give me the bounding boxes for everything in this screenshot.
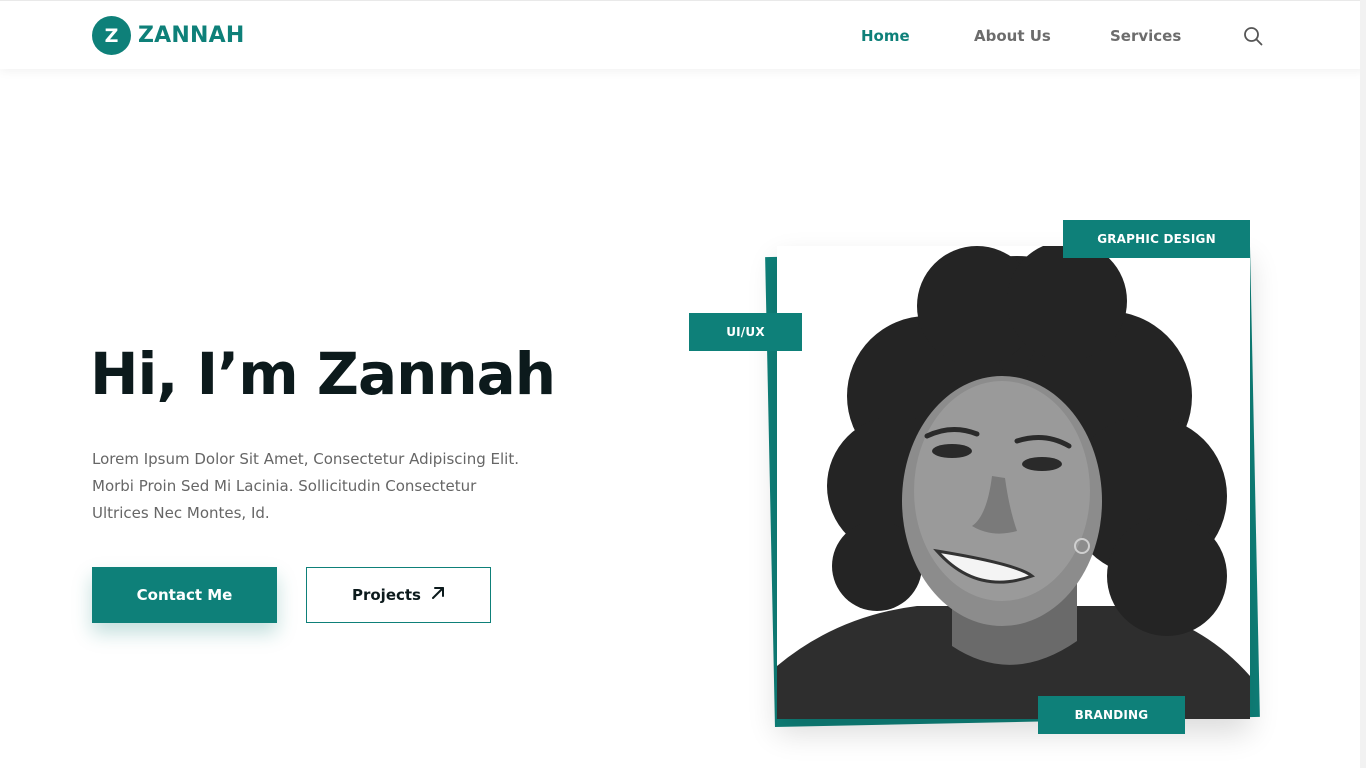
- portrait-illustration: [777, 246, 1250, 719]
- search-icon[interactable]: [1242, 25, 1264, 47]
- main-nav: Home About Us Services: [0, 27, 1366, 47]
- tag-ui-ux: UI/UX: [689, 313, 802, 351]
- hero-description: Lorem Ipsum Dolor Sit Amet, Consectetur …: [92, 450, 519, 522]
- projects-button-label: Projects: [351, 586, 421, 604]
- site-header: Z ZANNAH Home About Us Services: [0, 0, 1366, 69]
- profile-photo: [777, 246, 1250, 719]
- arrow-up-right-icon: [431, 586, 445, 604]
- hero-title: Hi, I’m Zannah: [90, 340, 556, 408]
- projects-button[interactable]: Projects: [306, 567, 491, 623]
- nav-home-link[interactable]: Home: [861, 27, 910, 45]
- contact-me-button[interactable]: Contact Me: [92, 567, 277, 623]
- nav-services-link[interactable]: Services: [1110, 27, 1181, 45]
- tag-graphic-design: GRAPHIC DESIGN: [1063, 220, 1250, 258]
- scrollbar-track[interactable]: [1360, 0, 1366, 768]
- tag-branding: BRANDING: [1038, 696, 1185, 734]
- nav-about-link[interactable]: About Us: [974, 27, 1051, 45]
